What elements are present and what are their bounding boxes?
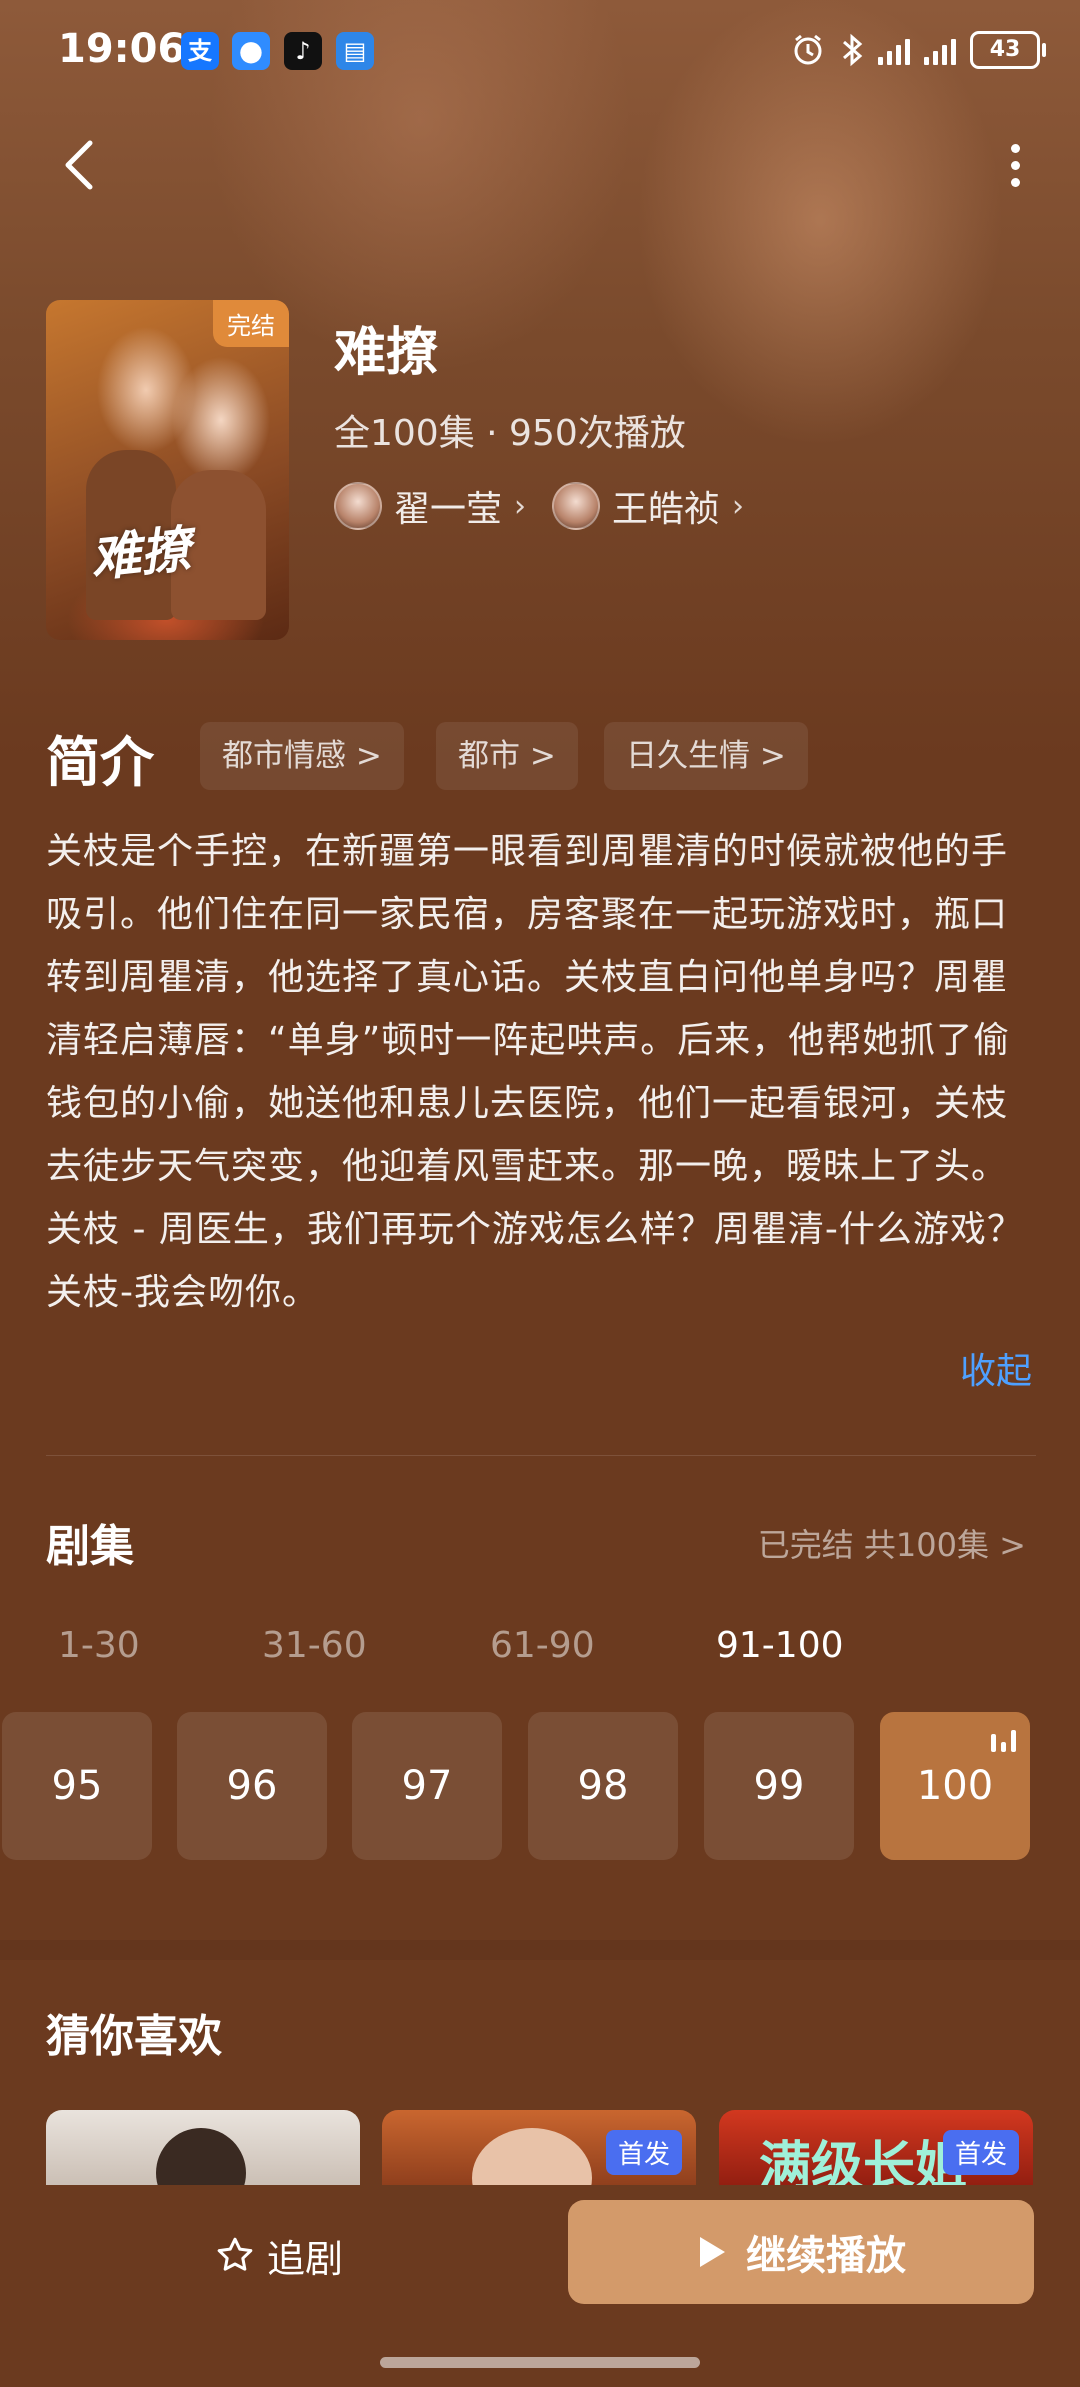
message-icon: ● xyxy=(232,32,270,70)
follow-label: 追剧 xyxy=(267,2236,344,2281)
chevron-left-icon xyxy=(65,140,93,190)
premiere-badge: 首发 xyxy=(942,2130,1019,2175)
status-indicators: 43 xyxy=(790,30,1046,70)
back-button[interactable] xyxy=(52,135,112,195)
episode-range-tab-active[interactable]: 91-100 xyxy=(716,1625,844,1666)
episode-button[interactable]: 97 xyxy=(352,1712,502,1860)
section-separator xyxy=(0,1940,1080,1960)
battery-indicator: 43 xyxy=(970,31,1046,69)
signal-icon-2 xyxy=(924,35,956,65)
cast-member[interactable]: 翟一莹 › xyxy=(334,480,526,532)
avatar xyxy=(552,482,601,530)
completed-badge: 完结 xyxy=(213,300,289,347)
more-dot-icon xyxy=(1010,143,1020,153)
episode-button[interactable]: 96 xyxy=(177,1712,327,1860)
episode-button[interactable]: 98 xyxy=(528,1712,678,1860)
wallet-icon: ▤ xyxy=(336,32,374,70)
now-playing-icon xyxy=(991,1728,1016,1752)
genre-tag[interactable]: 都市 > xyxy=(436,722,578,790)
drama-title: 难撩 xyxy=(334,323,439,383)
divider xyxy=(46,1455,1036,1456)
play-icon xyxy=(700,2237,725,2267)
alarm-icon xyxy=(794,34,822,65)
recommend-heading: 猜你喜欢 xyxy=(46,2011,222,2062)
intro-heading: 简介 xyxy=(46,731,154,794)
episode-button[interactable]: 99 xyxy=(704,1712,854,1860)
episode-range-tab[interactable]: 31-60 xyxy=(262,1625,367,1666)
star-icon xyxy=(217,2237,253,2271)
cast-name: 王皓祯 xyxy=(612,489,721,530)
premiere-badge: 首发 xyxy=(605,2130,682,2175)
cast-member[interactable]: 王皓祯 › xyxy=(552,480,744,532)
genre-tag[interactable]: 都市情感 > xyxy=(200,722,404,790)
alipay-icon: 支 xyxy=(181,32,219,70)
home-indicator[interactable] xyxy=(380,2357,700,2368)
avatar xyxy=(334,482,382,530)
recommend-card[interactable] xyxy=(46,2110,360,2190)
poster-title: 难撩 xyxy=(87,518,194,589)
recommend-card[interactable]: 满级长姐 首发 xyxy=(719,2110,1033,2190)
recommend-card-title: 满级长姐 xyxy=(759,2136,968,2190)
drama-meta: 全100集 · 950次播放 xyxy=(334,413,686,454)
follow-button[interactable]: 追剧 xyxy=(215,2220,343,2290)
bluetooth-icon xyxy=(843,33,863,67)
episode-button-current[interactable]: 100 xyxy=(880,1712,1030,1860)
episodes-heading: 剧集 xyxy=(46,1521,134,1572)
cast-list: 翟一莹 › 王皓祯 › xyxy=(334,480,744,532)
collapse-button[interactable]: 收起 xyxy=(960,1342,1032,1394)
episode-range-tab[interactable]: 1-30 xyxy=(58,1625,140,1666)
more-options-button[interactable] xyxy=(990,135,1040,195)
drama-description: 关枝是个手控，在新疆第一眼看到周瞿清的时候就被他的手吸引。他们住在同一家民宿，房… xyxy=(46,831,1024,1313)
continue-play-label: 继续播放 xyxy=(746,2233,906,2279)
episode-range-tab[interactable]: 61-90 xyxy=(490,1625,595,1666)
recommend-card[interactable]: 首发 xyxy=(382,2110,696,2190)
cast-name: 翟一莹 xyxy=(394,489,503,530)
chevron-right-icon: › xyxy=(514,488,527,524)
more-dot-icon xyxy=(1010,160,1020,170)
continue-play-button[interactable]: 继续播放 xyxy=(568,2200,1034,2304)
chevron-right-icon: › xyxy=(732,488,745,524)
episode-button[interactable]: 95 xyxy=(2,1712,152,1860)
status-bar: 19:06 支 ● ♪ ▤ 43 xyxy=(0,0,1080,100)
drama-poster[interactable]: 难撩 完结 xyxy=(46,300,289,640)
genre-tag[interactable]: 日久生情 > xyxy=(604,722,808,790)
recommend-thumbnail xyxy=(156,2128,246,2190)
recommend-thumbnail xyxy=(472,2128,592,2190)
more-dot-icon xyxy=(1010,177,1020,187)
episodes-status-link[interactable]: 已完结 共100集 > xyxy=(758,1520,1026,1566)
tiktok-icon: ♪ xyxy=(284,32,322,70)
episode-number: 100 xyxy=(916,1763,994,1809)
signal-icon xyxy=(878,35,910,65)
status-time: 19:06 xyxy=(58,26,186,72)
